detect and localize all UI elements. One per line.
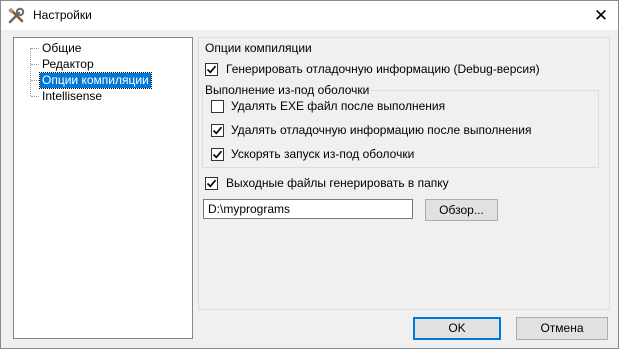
debug-info-checkbox[interactable] (205, 63, 218, 76)
checkmark-icon (206, 65, 217, 74)
tools-icon (7, 7, 25, 25)
speed-up-label: Ускорять запуск из-под оболочки (231, 147, 415, 161)
tree-item-general[interactable]: Общие (40, 41, 83, 56)
debug-info-label: Генерировать отладочную информацию (Debu… (226, 62, 540, 76)
close-button[interactable]: ✕ (584, 1, 618, 30)
tree-connector (31, 48, 39, 49)
close-icon: ✕ (593, 5, 609, 25)
tree-connector (31, 96, 39, 97)
browse-button[interactable]: Обзор... (425, 199, 498, 221)
compile-options-group-label: Опции компиляции (203, 41, 314, 55)
tree-item-editor[interactable]: Редактор (40, 57, 96, 72)
settings-tree: Общие Редактор Опции компиляции Intellis… (13, 37, 193, 339)
compile-options-group (198, 37, 610, 310)
title-bar: Настройки ✕ (1, 1, 618, 30)
output-folder-checkbox[interactable] (205, 177, 218, 190)
tree-connector (31, 64, 39, 65)
tree-connector (31, 80, 39, 81)
checkmark-icon (212, 126, 223, 135)
tree-item-compile-options[interactable]: Опции компиляции (39, 72, 152, 89)
tree-item-intellisense[interactable]: Intellisense (40, 89, 104, 104)
delete-debug-checkbox[interactable] (211, 124, 224, 137)
delete-exe-label: Удалять EXE файл после выполнения (231, 99, 446, 113)
ok-button[interactable]: OK (413, 317, 501, 340)
settings-dialog: Настройки ✕ Общие Редактор Опции компиля… (0, 0, 619, 349)
delete-exe-checkbox[interactable] (211, 100, 224, 113)
delete-debug-label: Удалять отладочную информацию после выпо… (231, 123, 532, 137)
tree-connector-line (30, 48, 31, 96)
checkmark-icon (206, 179, 217, 188)
output-path-input[interactable]: D:\myprograms (203, 199, 413, 219)
window-title: Настройки (33, 8, 92, 22)
shell-execution-group-label: Выполнение из-под оболочки (203, 83, 372, 97)
speed-up-checkbox[interactable] (211, 148, 224, 161)
cancel-button[interactable]: Отмена (516, 317, 608, 340)
output-folder-label: Выходные файлы генерировать в папку (226, 176, 449, 190)
checkmark-icon (212, 150, 223, 159)
